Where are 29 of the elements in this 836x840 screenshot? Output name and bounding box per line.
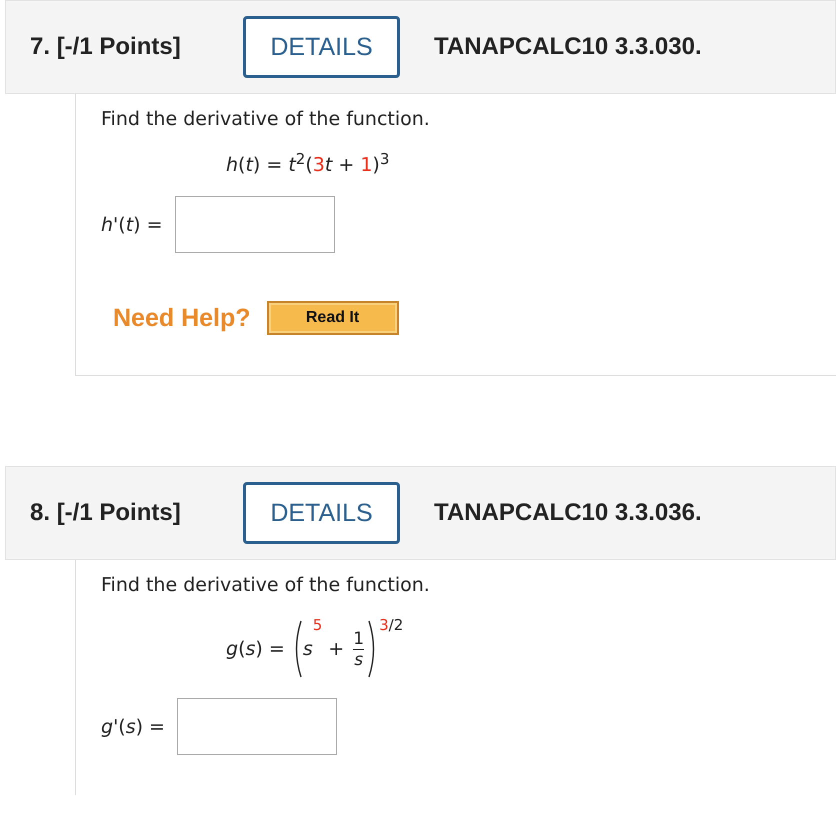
- formula-text: g(s) =: [226, 638, 286, 660]
- formula-text: ): [372, 154, 380, 176]
- formula-text: +: [327, 638, 346, 660]
- read-it-button[interactable]: Read It: [266, 301, 399, 335]
- answer-label: g'(s) =: [101, 716, 165, 738]
- fraction: 1 s: [353, 628, 364, 670]
- question-code: TANAPCALC10 3.3.036.: [434, 499, 702, 527]
- answer-field[interactable]: [174, 196, 335, 253]
- answer-label: h'(t) =: [101, 214, 163, 236]
- formula-text: 3: [312, 154, 325, 176]
- formula-text: (: [305, 154, 313, 176]
- formula-text: s: [302, 638, 313, 660]
- exponent: 3: [379, 616, 389, 634]
- details-button[interactable]: DETAILS: [243, 16, 400, 78]
- question-points: 7. [-/1 Points]: [30, 33, 182, 61]
- question-prompt: Find the derivative of the function.: [101, 108, 431, 130]
- answer-field[interactable]: [176, 698, 337, 755]
- exponent: 5: [312, 616, 322, 634]
- exponent: /2: [388, 616, 404, 634]
- question-code: TANAPCALC10 3.3.030.: [434, 33, 702, 61]
- need-help-label: Need Help?: [113, 304, 251, 332]
- question-prompt: Find the derivative of the function.: [101, 574, 431, 596]
- exponent: 3: [380, 150, 390, 168]
- formula-text: h(t) = t: [226, 154, 296, 176]
- exponent: 2: [296, 150, 306, 168]
- details-button[interactable]: DETAILS: [243, 482, 400, 544]
- formula-text: t +: [324, 154, 356, 176]
- question-points: 8. [-/1 Points]: [30, 499, 182, 527]
- formula-text: 1: [360, 154, 372, 176]
